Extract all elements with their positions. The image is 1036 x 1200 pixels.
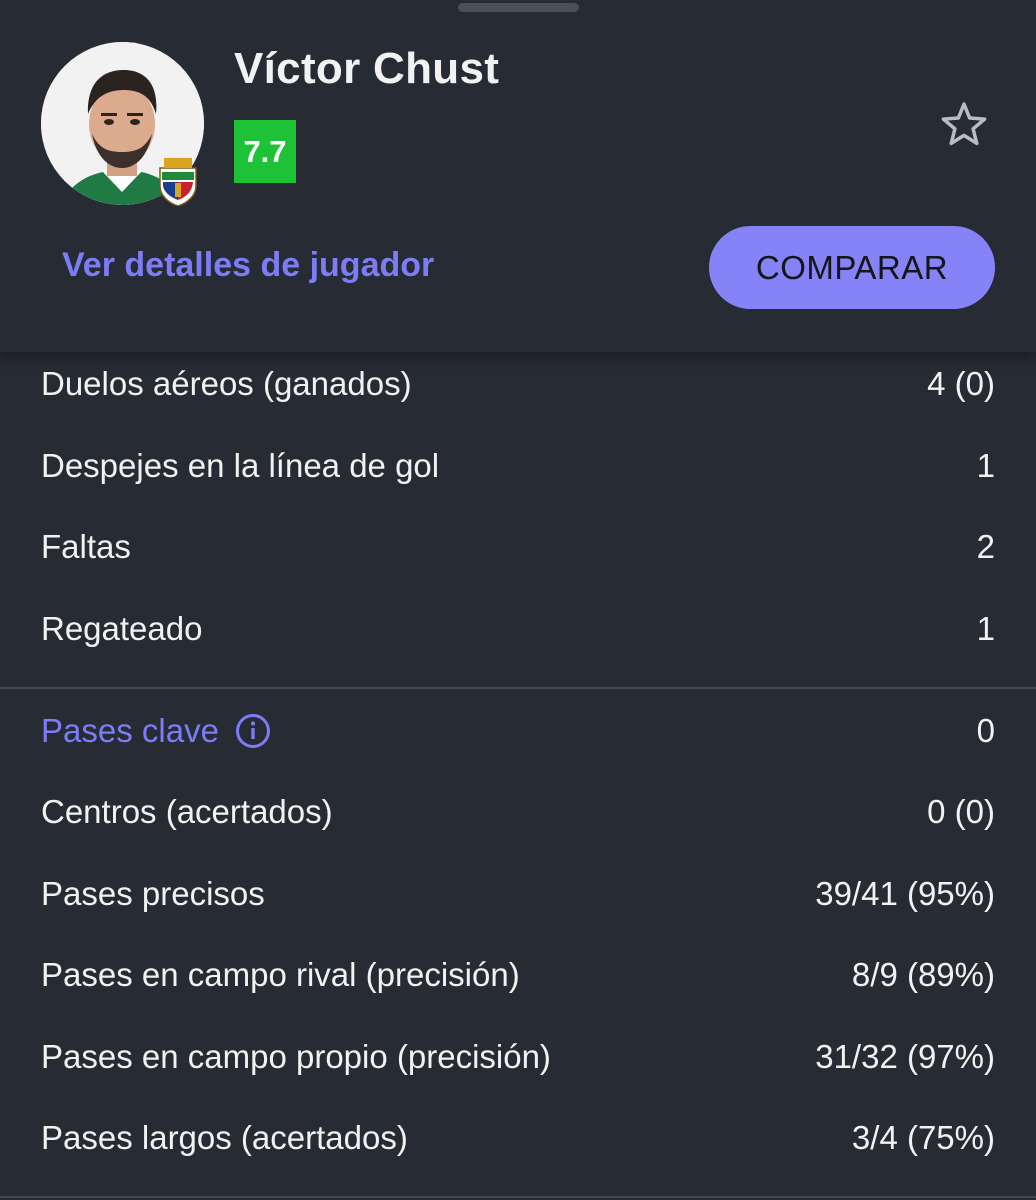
player-details-link[interactable]: Ver detalles de jugador	[62, 246, 434, 285]
section-divider	[0, 1196, 1036, 1198]
stat-row-aerial-duels: Duelos aéreos (ganados) 4 (0)	[41, 354, 995, 414]
stat-row-dribbled-past: Regateado 1	[41, 599, 995, 659]
stat-label: Duelos aéreos (ganados)	[41, 365, 412, 402]
info-circle-icon[interactable]	[235, 713, 271, 749]
stat-row-fouls: Faltas 2	[41, 517, 995, 577]
stat-label: Pases clave	[41, 712, 219, 749]
stat-label: Centros (acertados)	[41, 793, 333, 830]
stat-row-goal-line-clearances: Despejes en la línea de gol 1	[41, 436, 995, 496]
stat-label: Despejes en la línea de gol	[41, 447, 440, 484]
drag-handle[interactable]	[458, 3, 579, 12]
stat-row-own-half-passes: Pases en campo propio (precisión) 31/32 …	[41, 1027, 995, 1087]
stat-value: 1	[976, 610, 995, 647]
stat-value: 3/4 (75%)	[851, 1119, 995, 1156]
compare-button[interactable]: COMPARAR	[709, 226, 995, 309]
stat-row-accurate-passes: Pases precisos 39/41 (95%)	[41, 864, 995, 924]
stat-label: Faltas	[41, 528, 131, 565]
stat-label: Pases en campo propio (precisión)	[41, 1038, 551, 1075]
stat-label: Regateado	[41, 610, 203, 647]
stat-row-opponent-half-passes: Pases en campo rival (precisión) 8/9 (89…	[41, 945, 995, 1005]
stat-row-long-balls: Pases largos (acertados) 3/4 (75%)	[41, 1108, 995, 1168]
club-badge-icon	[156, 154, 200, 207]
stat-value: 4 (0)	[927, 365, 995, 402]
player-header: Víctor Chust 7.7 Ver detalles de jugador…	[0, 0, 1036, 352]
stat-label: Pases precisos	[41, 875, 265, 912]
star-outline-icon[interactable]	[936, 97, 992, 153]
player-name: Víctor Chust	[234, 44, 500, 93]
stat-value: 2	[976, 528, 995, 565]
stat-row-crosses: Centros (acertados) 0 (0)	[41, 782, 995, 842]
section-divider	[0, 687, 1036, 689]
stat-label: Pases largos (acertados)	[41, 1119, 408, 1156]
player-rating-badge: 7.7	[234, 120, 296, 183]
stat-value: 0	[976, 712, 995, 749]
stat-value: 39/41 (95%)	[815, 875, 995, 912]
stat-row-key-passes: Pases clave 0	[41, 701, 995, 761]
key-passes-link[interactable]: Pases clave	[41, 712, 271, 750]
player-stats-sheet: Víctor Chust 7.7 Ver detalles de jugador…	[0, 0, 1036, 1200]
stat-label: Pases en campo rival (precisión)	[41, 956, 520, 993]
stat-value: 1	[976, 447, 995, 484]
stat-value: 8/9 (89%)	[851, 956, 995, 993]
stat-value: 0 (0)	[927, 793, 995, 830]
stat-value: 31/32 (97%)	[815, 1038, 995, 1075]
